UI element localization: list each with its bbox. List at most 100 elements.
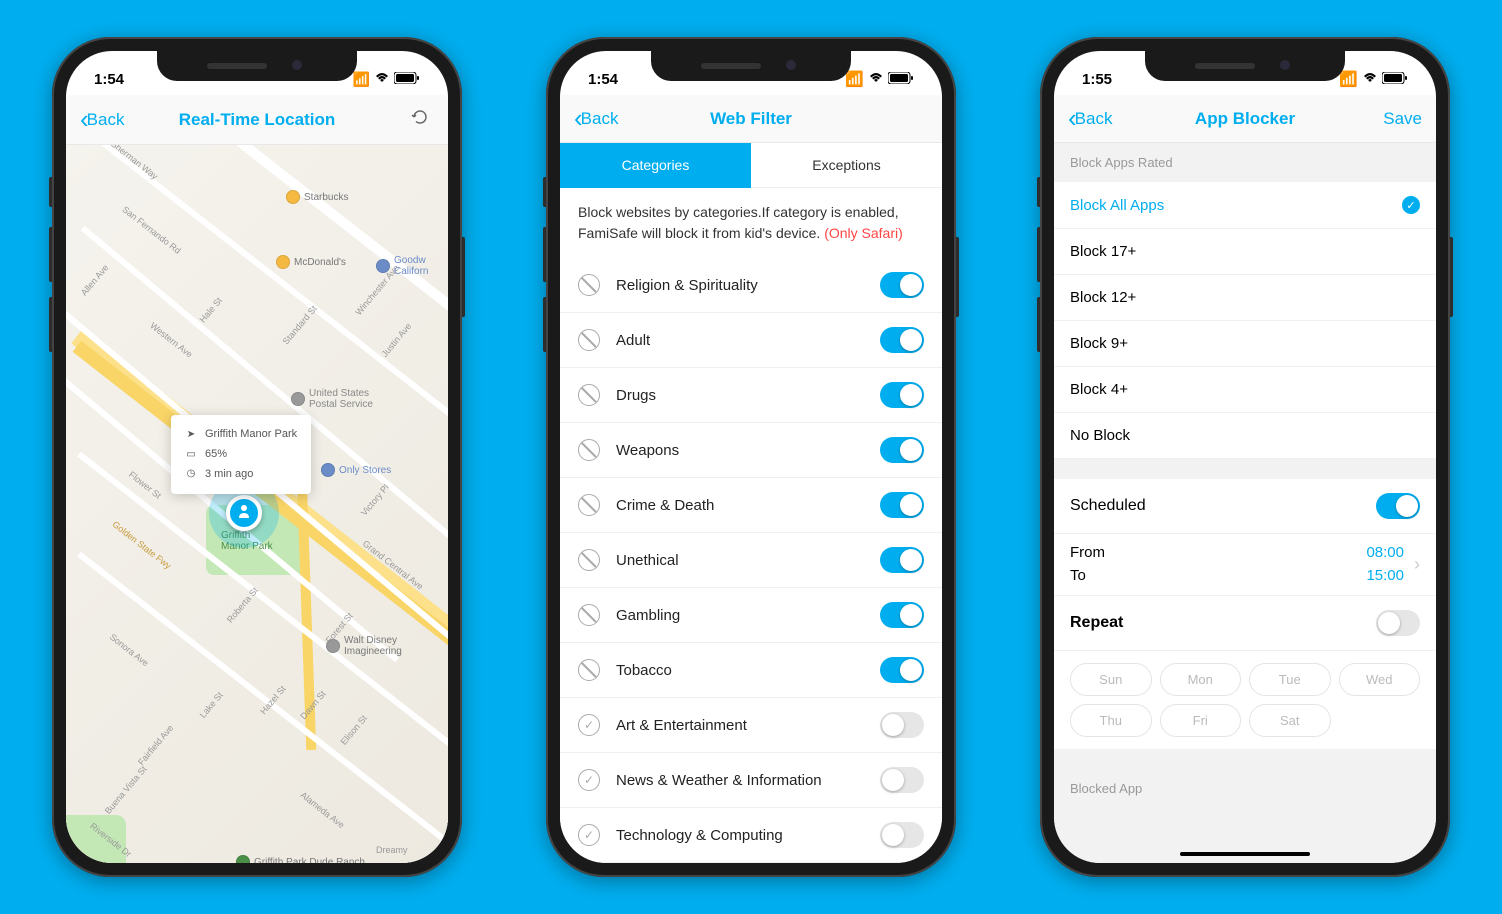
category-row: Drugs bbox=[560, 368, 942, 423]
poi-usps: United States Postal Service bbox=[291, 388, 373, 410]
category-toggle[interactable] bbox=[880, 272, 924, 298]
battery-icon bbox=[1382, 71, 1408, 88]
section-header-rated: Block Apps Rated bbox=[1054, 143, 1436, 182]
category-toggle[interactable] bbox=[880, 327, 924, 353]
block-icon bbox=[578, 439, 600, 461]
refresh-icon bbox=[410, 107, 430, 127]
option-label: Block All Apps bbox=[1070, 197, 1164, 214]
category-toggle[interactable] bbox=[880, 492, 924, 518]
block-option[interactable]: Block 17+ bbox=[1054, 229, 1436, 275]
block-option[interactable]: Block 4+ bbox=[1054, 367, 1436, 413]
category-label: Crime & Death bbox=[616, 497, 864, 514]
tab-exceptions[interactable]: Exceptions bbox=[751, 143, 942, 188]
category-row: Art & Entertainment bbox=[560, 698, 942, 753]
check-badge-icon: ✓ bbox=[1402, 196, 1420, 214]
category-toggle[interactable] bbox=[880, 382, 924, 408]
day-chip[interactable]: Thu bbox=[1070, 704, 1152, 737]
tab-categories[interactable]: Categories bbox=[560, 143, 751, 188]
category-label: Religion & Spirituality bbox=[616, 277, 864, 294]
check-icon bbox=[578, 769, 600, 791]
category-label: News & Weather & Information bbox=[616, 772, 864, 789]
status-time: 1:55 bbox=[1082, 71, 1112, 88]
save-button[interactable]: Save bbox=[1383, 109, 1422, 129]
category-toggle[interactable] bbox=[880, 547, 924, 573]
day-chip[interactable]: Sun bbox=[1070, 663, 1152, 696]
filter-description: Block websites by categories.If category… bbox=[560, 188, 942, 258]
notch bbox=[651, 51, 851, 81]
signal-icon: 📶 bbox=[845, 70, 864, 88]
back-button[interactable]: ‹ Back bbox=[574, 103, 618, 134]
nav-title: Real-Time Location bbox=[179, 110, 336, 130]
block-icon bbox=[578, 549, 600, 571]
category-toggle[interactable] bbox=[880, 712, 924, 738]
poi-mcdonalds: McDonald's bbox=[276, 255, 346, 269]
category-label: Drugs bbox=[616, 387, 864, 404]
category-row: Technology & Computing bbox=[560, 808, 942, 863]
day-chip[interactable]: Sat bbox=[1249, 704, 1331, 737]
block-option[interactable]: Block 9+ bbox=[1054, 321, 1436, 367]
notch bbox=[1145, 51, 1345, 81]
block-icon bbox=[578, 329, 600, 351]
category-label: Adult bbox=[616, 332, 864, 349]
day-chip[interactable]: Fri bbox=[1160, 704, 1242, 737]
category-toggle[interactable] bbox=[880, 767, 924, 793]
nav-title: App Blocker bbox=[1195, 109, 1295, 129]
repeat-toggle[interactable] bbox=[1376, 610, 1420, 636]
category-row: Unethical bbox=[560, 533, 942, 588]
location-pin[interactable] bbox=[226, 495, 262, 531]
poi-goodwill: Goodw Californ bbox=[376, 255, 428, 277]
time-range-row[interactable]: From To 08:00 15:00 › bbox=[1054, 534, 1436, 596]
map-view[interactable]: Sherman Way San Fernando Rd Western Ave … bbox=[66, 145, 448, 863]
phone-frame-webfilter: 1:54 📶 ‹ Back Web Filter Categories Exce… bbox=[546, 37, 956, 877]
day-chip[interactable]: Wed bbox=[1339, 663, 1421, 696]
clock-icon: ◷ bbox=[185, 465, 197, 483]
block-option[interactable]: Block All Apps ✓ bbox=[1054, 182, 1436, 229]
category-toggle[interactable] bbox=[880, 437, 924, 463]
block-option[interactable]: Block 12+ bbox=[1054, 275, 1436, 321]
day-chip[interactable]: Tue bbox=[1249, 663, 1331, 696]
category-toggle[interactable] bbox=[880, 602, 924, 628]
category-row: Adult bbox=[560, 313, 942, 368]
option-label: Block 9+ bbox=[1070, 335, 1128, 352]
back-button[interactable]: ‹ Back bbox=[1068, 103, 1112, 134]
status-time: 1:54 bbox=[588, 71, 618, 88]
category-row: Weapons bbox=[560, 423, 942, 478]
battery-icon bbox=[888, 71, 914, 88]
location-info-card: ➤Griffith Manor Park ▭65% ◷3 min ago bbox=[171, 415, 311, 494]
block-icon bbox=[578, 274, 600, 296]
back-button[interactable]: ‹ Back bbox=[80, 104, 124, 135]
category-row: News & Weather & Information bbox=[560, 753, 942, 808]
status-time: 1:54 bbox=[94, 71, 124, 88]
category-label: Gambling bbox=[616, 607, 864, 624]
category-toggle[interactable] bbox=[880, 822, 924, 848]
scheduled-toggle[interactable] bbox=[1376, 493, 1420, 519]
scheduled-row: Scheduled bbox=[1054, 479, 1436, 534]
category-label: Weapons bbox=[616, 442, 864, 459]
poi-starbucks: Starbucks bbox=[286, 190, 348, 204]
category-row: Tobacco bbox=[560, 643, 942, 698]
to-label: To bbox=[1070, 565, 1366, 588]
section-header-blocked: Blocked App bbox=[1054, 769, 1436, 808]
wifi-icon bbox=[1362, 71, 1378, 88]
repeat-row: Repeat bbox=[1054, 596, 1436, 651]
category-label: Technology & Computing bbox=[616, 827, 864, 844]
option-label: Block 17+ bbox=[1070, 243, 1136, 260]
category-toggle[interactable] bbox=[880, 657, 924, 683]
category-list: Religion & Spirituality Adult Drugs Weapons… bbox=[560, 258, 942, 863]
option-label: Block 12+ bbox=[1070, 289, 1136, 306]
location-arrow-icon: ➤ bbox=[185, 426, 197, 444]
poi-dude-ranch: Griffith Park Dude Ranch bbox=[236, 855, 365, 863]
phone-frame-appblocker: 1:55 📶 ‹ Back App Blocker Save Block App… bbox=[1040, 37, 1450, 877]
refresh-button[interactable] bbox=[406, 103, 434, 136]
block-icon bbox=[578, 494, 600, 516]
signal-icon: 📶 bbox=[353, 71, 370, 88]
category-label: Art & Entertainment bbox=[616, 717, 864, 734]
poi-onlystores: Only Stores bbox=[321, 463, 391, 477]
to-time: 15:00 bbox=[1366, 565, 1404, 588]
check-icon bbox=[578, 714, 600, 736]
block-option[interactable]: No Block bbox=[1054, 413, 1436, 459]
day-chip[interactable]: Mon bbox=[1160, 663, 1242, 696]
block-options-list: Block All Apps ✓ Block 17+ Block 12+ Block 9… bbox=[1054, 182, 1436, 459]
days-grid: SunMonTueWed ThuFriSat bbox=[1054, 651, 1436, 749]
home-indicator[interactable] bbox=[1180, 852, 1310, 856]
